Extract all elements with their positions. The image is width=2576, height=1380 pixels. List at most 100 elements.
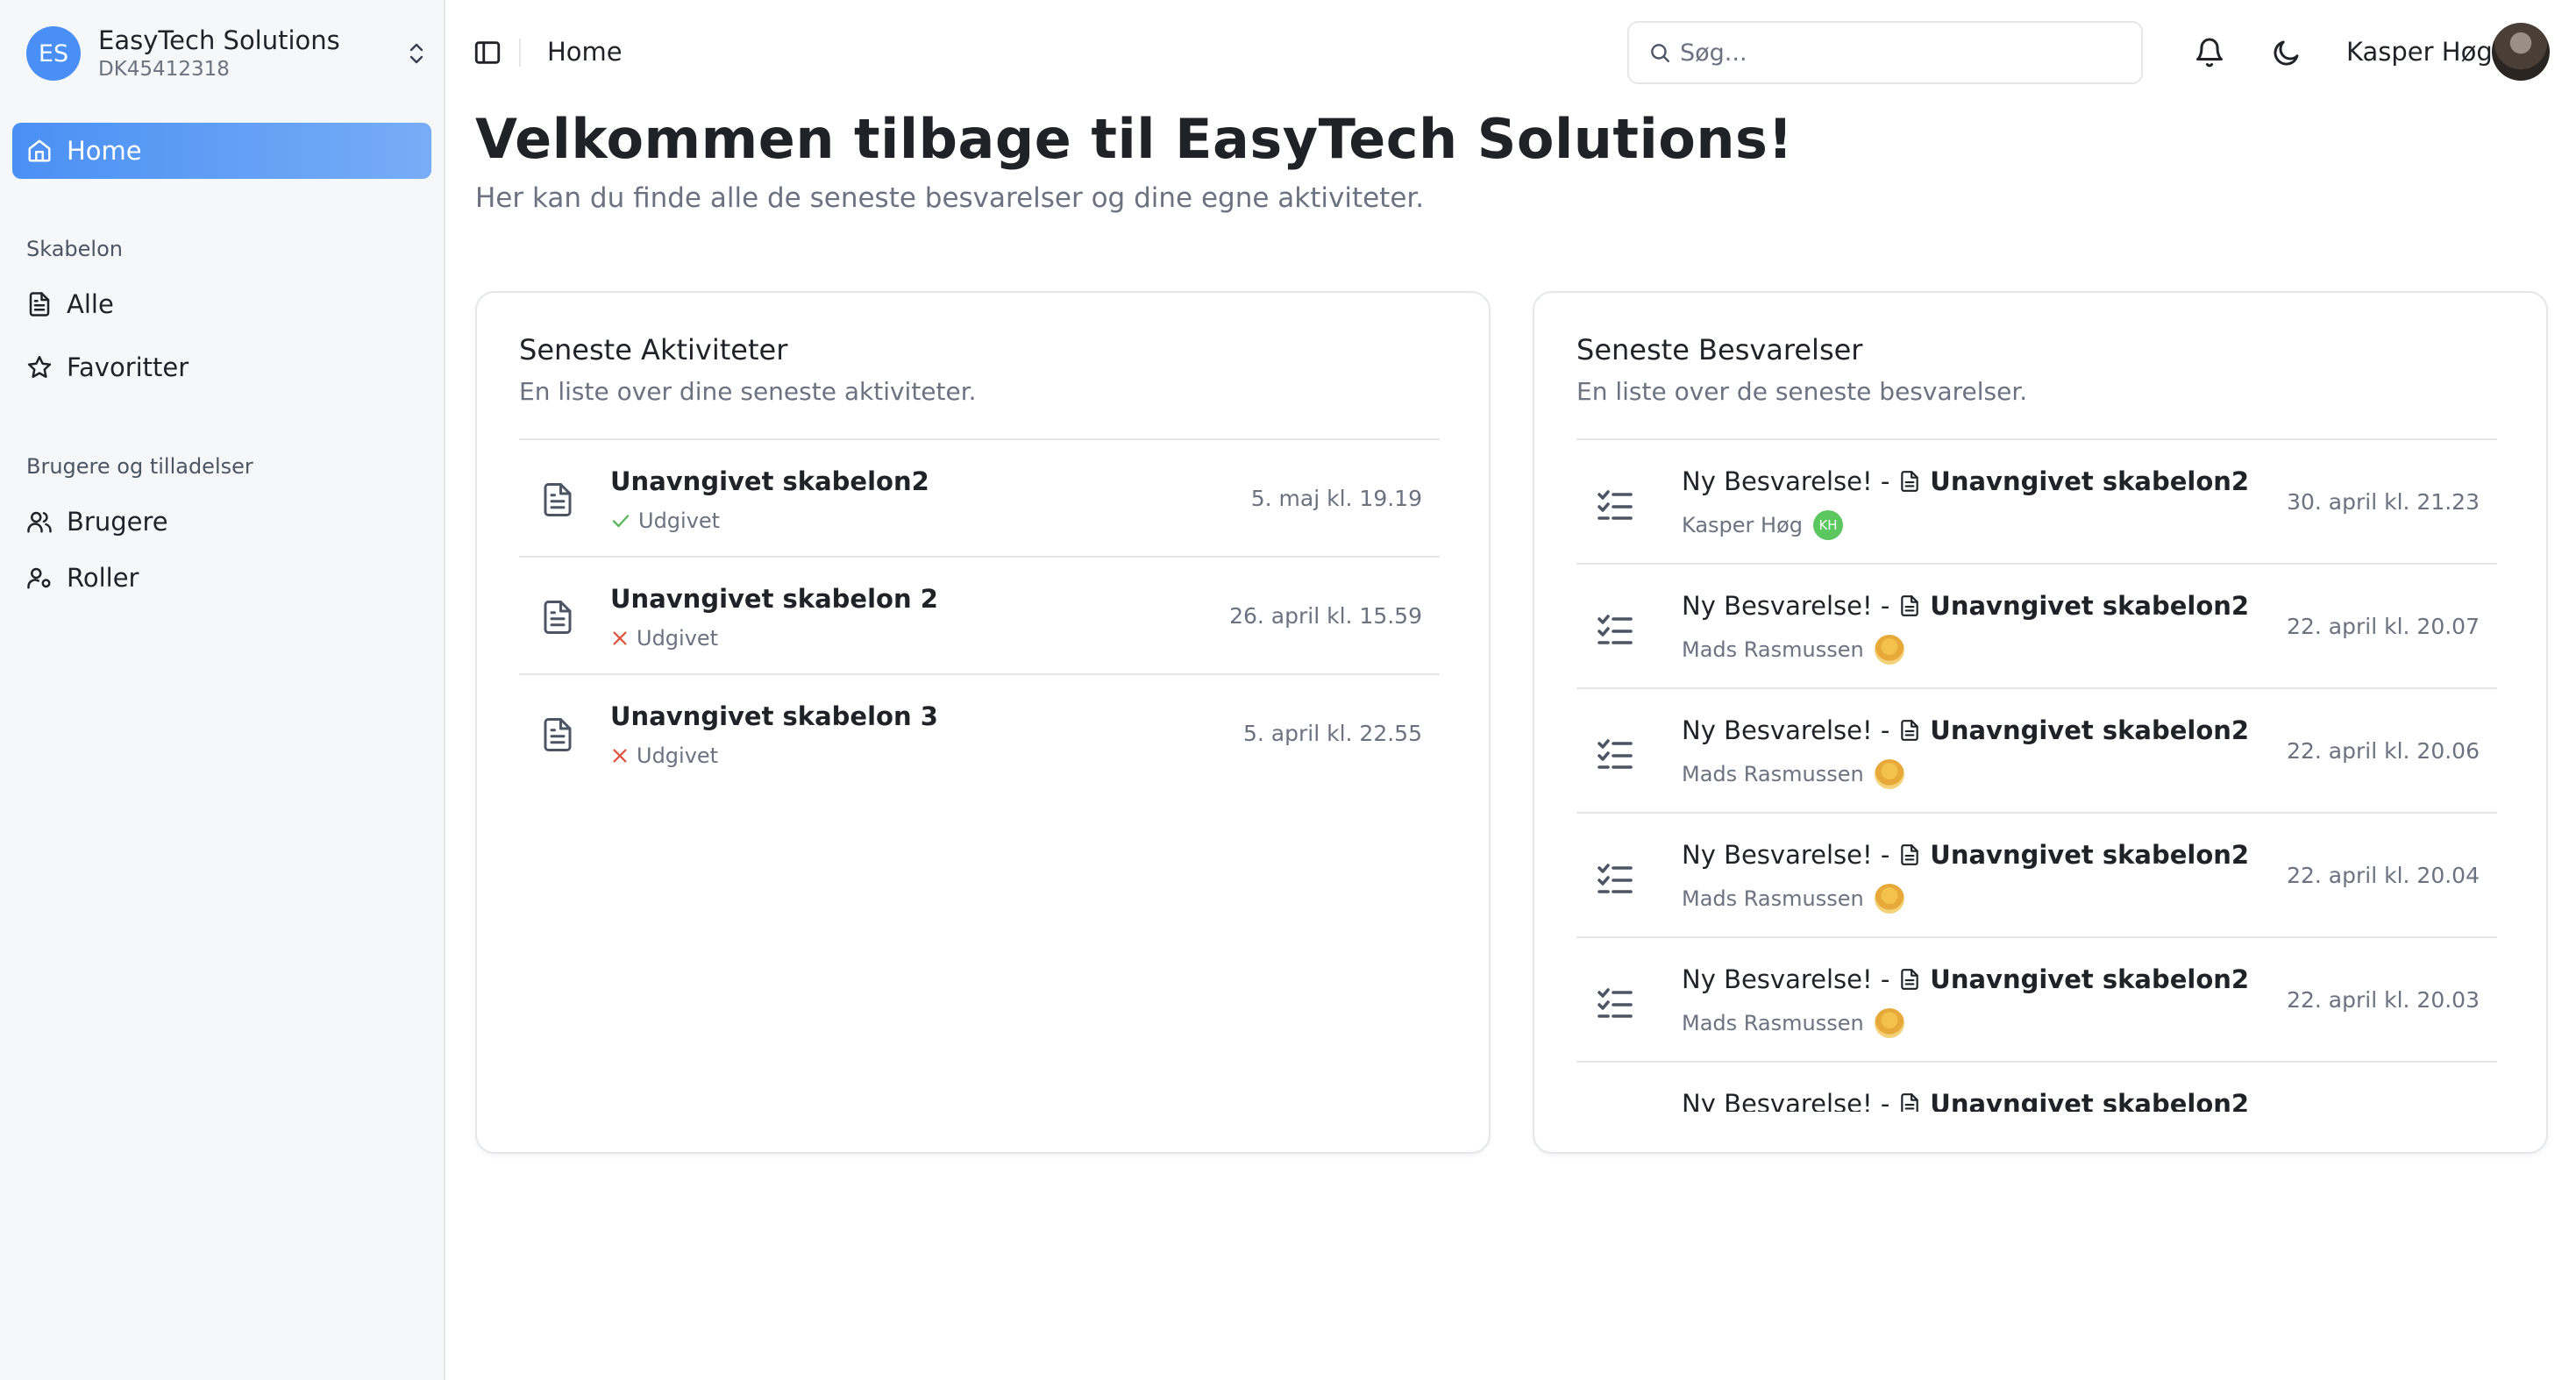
response-prefix: Ny Besvarelse! - [1682, 964, 1890, 994]
author-name: Mads Rasmussen [1682, 637, 1864, 662]
list-item[interactable]: Unavngivet skabelon2 Udgivet 5. maj kl. … [519, 438, 1440, 556]
response-title: Ny Besvarelse! - Unavngivet skabelon2 [1682, 840, 2249, 870]
activities-card: Seneste Aktiviteter En liste over dine s… [475, 291, 1491, 1154]
home-icon [26, 138, 53, 164]
list-checks-icon [1594, 482, 1636, 528]
sidebar-item-label: Brugere [67, 507, 168, 537]
user-role-icon [26, 565, 53, 591]
x-icon [610, 629, 630, 648]
activity-date: 5. maj kl. 19.19 [1250, 486, 1422, 511]
list-item[interactable]: Ny Besvarelse! - Unavngivet skabelon2 Ma… [1576, 936, 2497, 1061]
list-item[interactable]: Unavngivet skabelon 2 Udgivet 26. april … [519, 556, 1440, 673]
list-item[interactable]: Ny Besvarelse! - Unavngivet skabelon2 [1576, 1061, 2497, 1112]
list-item[interactable]: Ny Besvarelse! - Unavngivet skabelon2 Ma… [1576, 812, 2497, 936]
x-icon [610, 746, 630, 765]
list-checks-icon [1594, 731, 1636, 777]
status-text: Udgivet [637, 743, 719, 768]
response-author: Mads Rasmussen [1682, 1008, 1904, 1038]
status-badge: Udgivet [610, 509, 720, 533]
sidebar-item-home[interactable]: Home [12, 123, 431, 179]
responses-card: Seneste Besvarelser En liste over de sen… [1533, 291, 2548, 1154]
response-date: 30. april kl. 21.23 [2287, 489, 2480, 515]
response-template[interactable]: Unavngivet skabelon2 [1930, 715, 2249, 745]
status-badge: Udgivet [610, 626, 718, 651]
file-icon [1898, 594, 1921, 618]
org-avatar: ES [26, 26, 81, 81]
response-date: 22. april kl. 20.03 [2287, 987, 2480, 1013]
app-root: ES EasyTech Solutions DK45412318 Home Sk… [0, 0, 2576, 1380]
status-text: Udgivet [637, 626, 719, 651]
list-checks-icon [1594, 980, 1636, 1026]
list-item[interactable]: Ny Besvarelse! - Unavngivet skabelon2 Ka… [1576, 438, 2497, 563]
response-template[interactable]: Unavngivet skabelon2 [1930, 591, 2249, 621]
file-icon [1898, 1092, 1921, 1112]
response-title: Ny Besvarelse! - Unavngivet skabelon2 [1682, 715, 2249, 745]
file-icon [1898, 967, 1921, 992]
page-title: Velkommen tilbage til EasyTech Solutions… [475, 107, 1794, 171]
org-switcher[interactable]: ES EasyTech Solutions DK45412318 [26, 23, 430, 84]
response-prefix: Ny Besvarelse! - [1682, 466, 1890, 496]
file-icon [1898, 469, 1921, 494]
activity-date: 5. april kl. 22.55 [1243, 721, 1422, 746]
sidebar-item-label: Home [67, 136, 142, 166]
response-prefix: Ny Besvarelse! - [1682, 840, 1890, 870]
search-box[interactable] [1627, 21, 2143, 84]
header-divider [519, 39, 521, 67]
chevron-up-down-icon[interactable] [403, 36, 430, 71]
activity-title: Unavngivet skabelon 2 [610, 584, 938, 614]
response-template[interactable]: Unavngivet skabelon2 [1930, 1089, 2249, 1112]
response-author: Mads Rasmussen [1682, 884, 1904, 914]
list-checks-icon [1594, 1105, 1636, 1112]
list-item[interactable]: Ny Besvarelse! - Unavngivet skabelon2 Ma… [1576, 563, 2497, 687]
response-author: Mads Rasmussen [1682, 635, 1904, 665]
check-icon [610, 510, 631, 531]
response-template[interactable]: Unavngivet skabelon2 [1930, 964, 2249, 994]
file-icon [1898, 718, 1921, 743]
response-template[interactable]: Unavngivet skabelon2 [1930, 466, 2249, 496]
moon-icon[interactable] [2267, 33, 2306, 72]
status-badge: Udgivet [610, 743, 718, 768]
activity-date: 26. april kl. 15.59 [1229, 603, 1422, 629]
sidebar-item-label: Roller [67, 563, 139, 593]
response-date: 22. april kl. 20.06 [2287, 738, 2480, 764]
list-item[interactable]: Unavngivet skabelon 3 Udgivet 5. april k… [519, 673, 1440, 791]
author-avatar [1874, 759, 1904, 789]
sidebar-section-title: Brugere og tilladelser [26, 454, 253, 479]
bell-icon[interactable] [2190, 33, 2229, 72]
sidebar-toggle-icon[interactable] [470, 35, 505, 70]
list-checks-icon [1594, 607, 1636, 652]
response-title: Ny Besvarelse! - Unavngivet skabelon2 [1682, 466, 2249, 496]
org-id: DK45412318 [98, 58, 230, 81]
response-date: 22. april kl. 20.04 [2287, 863, 2480, 888]
sidebar-section-title: Skabelon [26, 237, 123, 261]
response-template[interactable]: Unavngivet skabelon2 [1930, 840, 2249, 870]
users-icon [26, 509, 53, 535]
author-avatar [1874, 884, 1904, 914]
sidebar-item-favoritter[interactable]: Favoritter [12, 342, 431, 393]
breadcrumb[interactable]: Home [547, 37, 623, 67]
sidebar-item-brugere[interactable]: Brugere [12, 496, 431, 547]
response-title: Ny Besvarelse! - Unavngivet skabelon2 [1682, 1089, 2249, 1112]
user-avatar[interactable] [2492, 23, 2550, 81]
list-item[interactable]: Ny Besvarelse! - Unavngivet skabelon2 Ma… [1576, 687, 2497, 812]
sidebar-item-roller[interactable]: Roller [12, 552, 431, 603]
author-avatar [1874, 635, 1904, 665]
author-avatar [1874, 1008, 1904, 1038]
card-title: Seneste Aktiviteter [519, 333, 788, 366]
response-prefix: Ny Besvarelse! - [1682, 715, 1890, 745]
sidebar-item-label: Favoritter [67, 352, 189, 382]
user-name[interactable]: Kasper Høg [2346, 37, 2493, 67]
list-checks-icon [1594, 856, 1636, 901]
sidebar-item-alle[interactable]: Alle [12, 279, 431, 330]
author-name: Kasper Høg [1682, 513, 1803, 537]
author-name: Mads Rasmussen [1682, 886, 1864, 911]
file-icon [26, 291, 53, 317]
card-description: En liste over dine seneste aktiviteter. [519, 377, 977, 406]
sidebar-item-label: Alle [67, 289, 114, 319]
response-author: Mads Rasmussen [1682, 759, 1904, 789]
card-title: Seneste Besvarelser [1576, 333, 1863, 366]
search-input[interactable] [1680, 39, 2118, 67]
activities-list: Unavngivet skabelon2 Udgivet 5. maj kl. … [519, 438, 1440, 791]
activity-title: Unavngivet skabelon 3 [610, 701, 938, 731]
file-icon [537, 594, 579, 640]
